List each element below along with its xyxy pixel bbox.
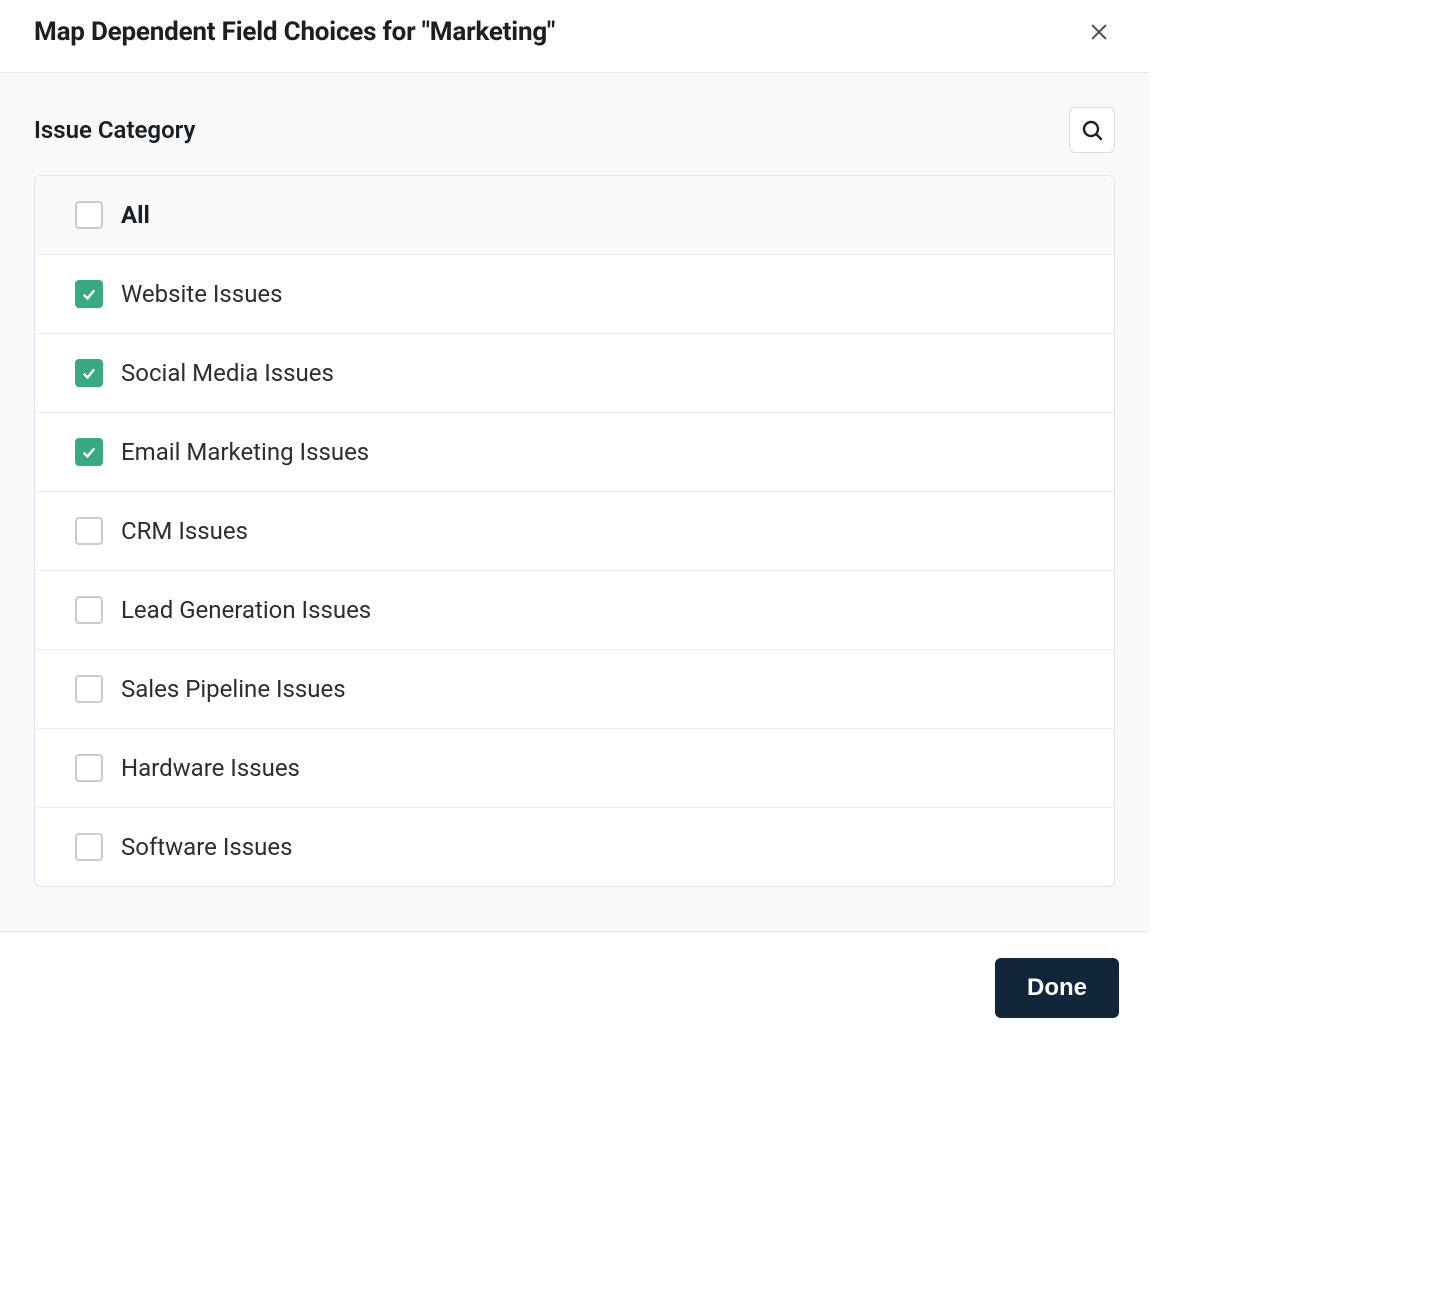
checkbox[interactable]	[75, 833, 103, 861]
checkbox-all[interactable]	[75, 201, 103, 229]
checkbox[interactable]	[75, 675, 103, 703]
map-dependent-field-dialog: Map Dependent Field Choices for "Marketi…	[0, 0, 1149, 1044]
option-label: Lead Generation Issues	[121, 596, 371, 624]
option-label: Hardware Issues	[121, 754, 300, 782]
section-title: Issue Category	[34, 116, 195, 144]
checkbox[interactable]	[75, 359, 103, 387]
checkbox[interactable]	[75, 438, 103, 466]
dialog-header: Map Dependent Field Choices for "Marketi…	[0, 0, 1149, 73]
option-row[interactable]: Email Marketing Issues	[35, 413, 1114, 492]
option-label: Website Issues	[121, 280, 283, 308]
option-row[interactable]: CRM Issues	[35, 492, 1114, 571]
dialog-footer: Done	[0, 931, 1149, 1044]
option-label: Software Issues	[121, 833, 292, 861]
checkbox[interactable]	[75, 517, 103, 545]
check-icon	[80, 364, 98, 382]
dialog-body: Issue Category All Website Issues Social M…	[0, 73, 1149, 931]
check-icon	[80, 443, 98, 461]
checkbox[interactable]	[75, 754, 103, 782]
close-icon	[1088, 21, 1110, 43]
option-label: Email Marketing Issues	[121, 438, 369, 466]
search-button[interactable]	[1069, 107, 1115, 153]
check-icon	[80, 285, 98, 303]
option-row[interactable]: Sales Pipeline Issues	[35, 650, 1114, 729]
option-row[interactable]: Software Issues	[35, 808, 1114, 886]
search-icon	[1080, 118, 1104, 142]
option-list: All Website Issues Social Media Issues Emai…	[34, 175, 1115, 887]
dialog-title: Map Dependent Field Choices for "Marketi…	[34, 17, 555, 47]
option-label: Social Media Issues	[121, 359, 334, 387]
section-header: Issue Category	[34, 107, 1115, 153]
option-row-all[interactable]: All	[35, 176, 1114, 255]
option-row[interactable]: Social Media Issues	[35, 334, 1114, 413]
option-label: Sales Pipeline Issues	[121, 675, 346, 703]
close-button[interactable]	[1083, 16, 1115, 48]
checkbox[interactable]	[75, 280, 103, 308]
option-label: All	[121, 201, 150, 229]
option-label: CRM Issues	[121, 517, 248, 545]
option-row[interactable]: Lead Generation Issues	[35, 571, 1114, 650]
checkbox[interactable]	[75, 596, 103, 624]
option-row[interactable]: Hardware Issues	[35, 729, 1114, 808]
option-row[interactable]: Website Issues	[35, 255, 1114, 334]
done-button[interactable]: Done	[995, 958, 1119, 1018]
